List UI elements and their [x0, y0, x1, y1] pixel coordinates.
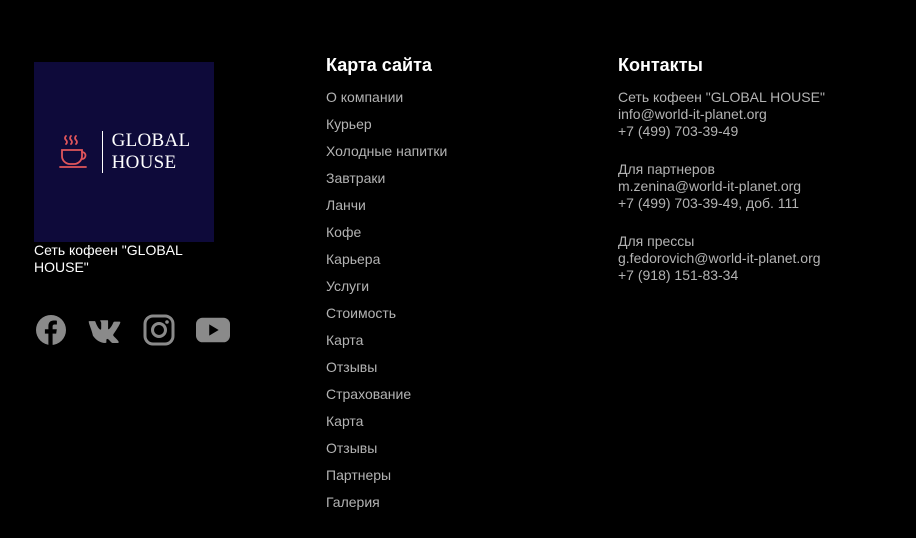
- sitemap-item: Страхование: [326, 386, 447, 413]
- sitemap-title: Карта сайта: [326, 55, 432, 75]
- contact-email[interactable]: m.zenina@world-it-planet.org: [618, 178, 825, 195]
- sitemap-link-reviews[interactable]: Отзывы: [326, 359, 377, 375]
- facebook-link[interactable]: [34, 313, 68, 347]
- coffee-cup-icon: [58, 135, 87, 168]
- contacts-title: Контакты: [618, 55, 703, 75]
- youtube-icon: [196, 317, 230, 343]
- brand-column: GLOBAL HOUSE Сеть кофеен "GLOBAL HOUSE": [34, 62, 274, 347]
- logo[interactable]: GLOBAL HOUSE: [34, 62, 214, 242]
- sitemap-item: Партнеры: [326, 467, 447, 494]
- sitemap-item: Отзывы: [326, 440, 447, 467]
- sitemap-link-breakfasts[interactable]: Завтраки: [326, 170, 385, 186]
- contact-phone[interactable]: +7 (499) 703-39-49: [618, 123, 825, 140]
- sitemap-list: О компании Курьер Холодные напитки Завтр…: [326, 89, 447, 521]
- sitemap-link-services[interactable]: Услуги: [326, 278, 369, 294]
- logo-inner: GLOBAL HOUSE: [58, 130, 191, 174]
- contact-block-general: Сеть кофеен "GLOBAL HOUSE" info@world-it…: [618, 89, 825, 140]
- sitemap-link-reviews-2[interactable]: Отзывы: [326, 440, 377, 456]
- facebook-icon: [36, 315, 66, 345]
- sitemap-link-insurance[interactable]: Страхование: [326, 386, 411, 402]
- contact-email[interactable]: g.fedorovich@world-it-planet.org: [618, 250, 825, 267]
- sitemap-item: Кофе: [326, 224, 447, 251]
- brand-caption: Сеть кофеен "GLOBAL HOUSE": [34, 242, 183, 275]
- contact-label: Для прессы: [618, 233, 695, 249]
- sitemap-item: Карта: [326, 413, 447, 440]
- sitemap-item: Стоимость: [326, 305, 447, 332]
- contact-label: Для партнеров: [618, 161, 715, 177]
- sitemap-item: Холодные напитки: [326, 143, 447, 170]
- contact-label: Сеть кофеен "GLOBAL HOUSE": [618, 89, 825, 105]
- sitemap-link-about[interactable]: О компании: [326, 89, 403, 105]
- sitemap-item: Карта: [326, 332, 447, 359]
- sitemap-link-courier[interactable]: Курьер: [326, 116, 372, 132]
- sitemap-link-map[interactable]: Карта: [326, 332, 363, 348]
- contact-block-partners: Для партнеров m.zenina@world-it-planet.o…: [618, 161, 825, 212]
- logo-line-2: HOUSE: [111, 152, 177, 173]
- logo-divider: [101, 131, 103, 173]
- sitemap-item: О компании: [326, 89, 447, 116]
- instagram-icon: [143, 314, 175, 346]
- contact-block-press: Для прессы g.fedorovich@world-it-planet.…: [618, 233, 825, 284]
- sitemap-item: Галерия: [326, 494, 447, 521]
- sitemap-link-lunches[interactable]: Ланчи: [326, 197, 366, 213]
- contact-phone[interactable]: +7 (918) 151-83-34: [618, 267, 825, 284]
- youtube-link[interactable]: [196, 313, 230, 347]
- sitemap-item: Отзывы: [326, 359, 447, 386]
- sitemap-link-pricing[interactable]: Стоимость: [326, 305, 396, 321]
- sitemap-item: Услуги: [326, 278, 447, 305]
- contact-email[interactable]: info@world-it-planet.org: [618, 106, 825, 123]
- logo-text: GLOBAL HOUSE: [112, 130, 191, 174]
- contact-phone[interactable]: +7 (499) 703-39-49, доб. 111: [618, 195, 825, 212]
- sitemap-link-cold-drinks[interactable]: Холодные напитки: [326, 143, 447, 159]
- sitemap-item: Карьера: [326, 251, 447, 278]
- sitemap-item: Курьер: [326, 116, 447, 143]
- instagram-link[interactable]: [142, 313, 176, 347]
- sitemap-link-career[interactable]: Карьера: [326, 251, 380, 267]
- sitemap-link-coffee[interactable]: Кофе: [326, 224, 361, 240]
- vk-link[interactable]: [88, 313, 122, 347]
- sitemap-link-partners[interactable]: Партнеры: [326, 467, 391, 483]
- sitemap-column: Карта сайта О компании Курьер Холодные н…: [326, 55, 447, 521]
- sitemap-item: Завтраки: [326, 170, 447, 197]
- sitemap-link-gallery[interactable]: Галерия: [326, 494, 380, 510]
- contacts-column: Контакты Сеть кофеен "GLOBAL HOUSE" info…: [618, 55, 825, 305]
- logo-line-1: GLOBAL: [111, 130, 191, 151]
- vk-icon: [88, 320, 121, 343]
- sitemap-link-map-2[interactable]: Карта: [326, 413, 363, 429]
- sitemap-item: Ланчи: [326, 197, 447, 224]
- social-links: [34, 313, 274, 347]
